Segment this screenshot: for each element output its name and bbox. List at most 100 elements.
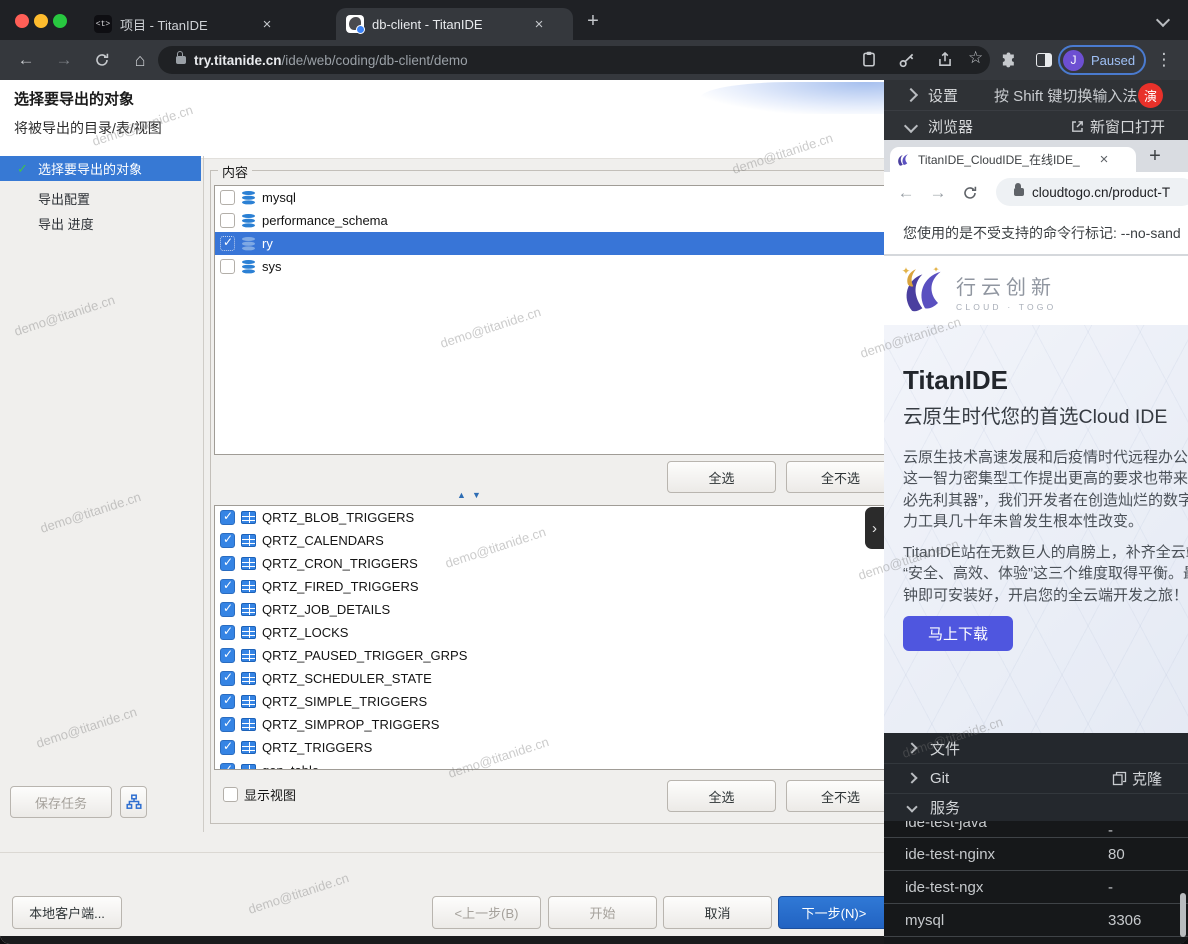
- service-row[interactable]: ide-test-nginx 80: [884, 838, 1188, 871]
- share-icon[interactable]: [936, 50, 954, 68]
- profile-button[interactable]: J Paused: [1058, 45, 1146, 75]
- list-item-table[interactable]: QRTZ_SIMPLE_TRIGGERS: [215, 690, 884, 713]
- content-group-label: 内容: [218, 162, 252, 181]
- start-button[interactable]: 开始: [548, 896, 657, 929]
- browser-menu-icon[interactable]: [1152, 48, 1176, 72]
- checkbox-checked[interactable]: [220, 625, 235, 640]
- next-step-button[interactable]: 下一步(N)>: [778, 896, 884, 929]
- list-item-database[interactable]: mysql: [215, 186, 884, 209]
- open-new-window-label[interactable]: 新窗口打开: [1090, 116, 1165, 137]
- minimize-window-button[interactable]: [34, 14, 48, 28]
- services-table: ide-test-java - ide-test-nginx 80 ide-te…: [884, 821, 1188, 944]
- close-window-button[interactable]: [15, 14, 29, 28]
- list-item-table[interactable]: QRTZ_SCHEDULER_STATE: [215, 667, 884, 690]
- service-row[interactable]: ide-test-ngx -: [884, 871, 1188, 904]
- tab-db-client[interactable]: db-client - TitanIDE: [336, 8, 573, 40]
- tab-search-chevron-icon[interactable]: [1156, 13, 1170, 27]
- list-item-database-selected[interactable]: ry: [215, 232, 884, 255]
- list-item-table[interactable]: gen_table: [215, 759, 884, 770]
- browser-section-row[interactable]: 浏览器 新窗口打开: [884, 110, 1188, 141]
- service-row[interactable]: ide-test-java -: [884, 821, 1188, 838]
- tab-db-client-close-icon[interactable]: [530, 15, 548, 33]
- embedded-reload-icon[interactable]: [958, 181, 982, 205]
- list-item-table[interactable]: QRTZ_CALENDARS: [215, 529, 884, 552]
- table-name: QRTZ_CRON_TRIGGERS: [262, 556, 418, 571]
- back-icon[interactable]: [14, 48, 38, 72]
- checkbox-checked[interactable]: [220, 533, 235, 548]
- checkbox[interactable]: [220, 190, 235, 205]
- git-section-row[interactable]: Git 克隆: [884, 763, 1188, 794]
- key-icon[interactable]: [898, 51, 916, 69]
- save-task-button[interactable]: 保存任务: [10, 786, 112, 818]
- embedded-back-icon[interactable]: [894, 181, 918, 205]
- show-views-row[interactable]: 显示视图: [218, 783, 301, 806]
- splitter-down-icon[interactable]: [472, 490, 481, 500]
- home-icon[interactable]: [128, 48, 152, 72]
- splitter-up-icon[interactable]: [457, 490, 466, 500]
- forward-icon[interactable]: [52, 48, 76, 72]
- list-item-table[interactable]: QRTZ_CRON_TRIGGERS: [215, 552, 884, 575]
- services-section-row[interactable]: 服务: [884, 793, 1188, 822]
- step-export-config[interactable]: 导出配置: [0, 186, 201, 210]
- embedded-tab[interactable]: TitanIDE_CloudIDE_在线IDE_: [890, 147, 1136, 172]
- checkbox-checked[interactable]: [220, 510, 235, 525]
- reload-icon[interactable]: [90, 48, 114, 72]
- prev-step-button[interactable]: <上一步(B): [432, 896, 541, 929]
- embedded-address-bar[interactable]: cloudtogo.cn/product-T: [996, 178, 1188, 206]
- open-new-window-icon[interactable]: [1070, 119, 1085, 134]
- list-item-table[interactable]: QRTZ_BLOB_TRIGGERS: [215, 506, 884, 529]
- checkbox[interactable]: [220, 213, 235, 228]
- show-views-checkbox[interactable]: [223, 787, 238, 802]
- select-all-tables-button[interactable]: 全选: [667, 780, 776, 812]
- extensions-puzzle-icon[interactable]: [996, 48, 1020, 72]
- list-item-table[interactable]: QRTZ_JOB_DETAILS: [215, 598, 884, 621]
- local-client-button[interactable]: 本地客户端...: [12, 896, 122, 929]
- deselect-all-databases-button[interactable]: 全不选: [786, 461, 884, 493]
- step-select-objects[interactable]: 选择要导出的对象: [0, 156, 201, 181]
- deselect-all-tables-button[interactable]: 全不选: [786, 780, 884, 812]
- checkbox-checked[interactable]: [220, 579, 235, 594]
- zoom-window-button[interactable]: [53, 14, 67, 28]
- embedded-new-tab-icon[interactable]: [1142, 143, 1168, 169]
- tab-project[interactable]: <t> 项目 - TitanIDE: [84, 8, 294, 40]
- list-item-database[interactable]: sys: [215, 255, 884, 278]
- clone-icon[interactable]: [1112, 771, 1127, 786]
- checkbox-checked[interactable]: [220, 740, 235, 755]
- embedded-tab-close-icon[interactable]: [1095, 151, 1113, 169]
- list-item-table[interactable]: QRTZ_PAUSED_TRIGGER_GRPS: [215, 644, 884, 667]
- select-all-databases-button[interactable]: 全选: [667, 461, 776, 493]
- checkbox[interactable]: [220, 259, 235, 274]
- checkbox-checked[interactable]: [220, 648, 235, 663]
- table-name: QRTZ_JOB_DETAILS: [262, 602, 390, 617]
- list-item-table[interactable]: QRTZ_FIRED_TRIGGERS: [215, 575, 884, 598]
- svg-text:✦: ✦: [933, 265, 940, 274]
- list-item-table[interactable]: QRTZ_TRIGGERS: [215, 736, 884, 759]
- tab-project-close-icon[interactable]: [258, 15, 276, 33]
- step-export-progress[interactable]: 导出 进度: [0, 211, 201, 235]
- cancel-button[interactable]: 取消: [663, 896, 772, 929]
- clipboard-icon[interactable]: [860, 50, 878, 68]
- checkbox-checked[interactable]: [220, 671, 235, 686]
- task-plan-button[interactable]: [120, 786, 147, 818]
- checkbox-checked[interactable]: [220, 694, 235, 709]
- demo-badge: 演: [1138, 83, 1163, 108]
- list-item-database[interactable]: performance_schema: [215, 209, 884, 232]
- checkbox-checked[interactable]: [220, 763, 235, 770]
- checkbox-checked[interactable]: [220, 556, 235, 571]
- side-panel-icon[interactable]: [1032, 48, 1056, 72]
- address-bar[interactable]: try.titanide.cn/ide/web/coding/db-client…: [158, 46, 990, 74]
- bookmark-star-icon[interactable]: [968, 48, 983, 68]
- list-item-table[interactable]: QRTZ_SIMPROP_TRIGGERS: [215, 713, 884, 736]
- files-section-row[interactable]: 文件: [884, 733, 1188, 764]
- service-row[interactable]: mysql 3306: [884, 904, 1188, 937]
- checkbox-checked[interactable]: [220, 602, 235, 617]
- panel-expand-handle[interactable]: [865, 507, 884, 549]
- list-item-table[interactable]: QRTZ_LOCKS: [215, 621, 884, 644]
- checkbox-checked[interactable]: [220, 717, 235, 732]
- new-tab-icon[interactable]: [580, 8, 606, 34]
- checkbox-checked[interactable]: [220, 236, 235, 251]
- clone-label[interactable]: 克隆: [1132, 768, 1162, 789]
- embedded-forward-icon[interactable]: [926, 181, 950, 205]
- services-scrollbar-thumb[interactable]: [1180, 893, 1186, 937]
- download-now-button[interactable]: 马上下载: [903, 616, 1013, 651]
